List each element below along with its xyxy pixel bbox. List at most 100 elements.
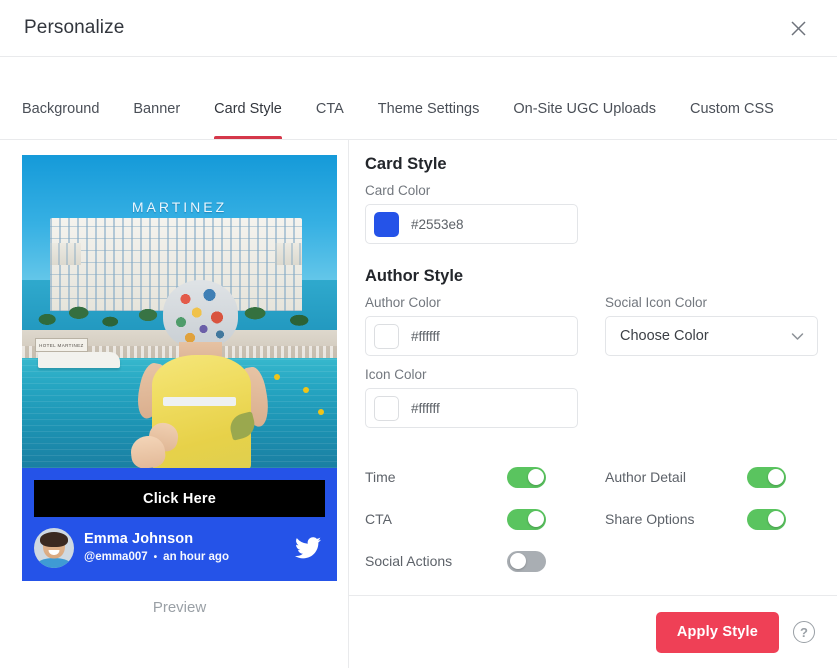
tab-banner[interactable]: Banner — [116, 57, 197, 139]
social-icon-color-select[interactable]: Choose Color — [605, 316, 818, 356]
photo-hotel-plaque: HOTEL MARTINEZ — [34, 338, 89, 353]
card-color-swatch[interactable] — [374, 211, 399, 237]
tab-label: Custom CSS — [690, 101, 774, 117]
modal-footer: Apply Style ? — [349, 595, 837, 668]
toggle-row-author-detail: Author Detail — [605, 456, 818, 498]
tab-custom-css[interactable]: Custom CSS — [673, 57, 791, 139]
toggle-row-share-options: Share Options — [605, 498, 818, 540]
author-name: Emma Johnson — [84, 530, 194, 547]
tab-label: Background — [22, 101, 100, 117]
toggle-social-actions[interactable] — [507, 550, 546, 572]
tab-label: Banner — [133, 101, 181, 117]
modal-body: MARTINEZ HOTEL MARTINEZ Click Here Emma … — [0, 140, 837, 668]
tab-label: Theme Settings — [377, 101, 480, 117]
icon-color-value: #ffffff — [411, 400, 440, 416]
field-social-icon-color: Social Icon Color Choose Color — [605, 295, 818, 356]
author-color-swatch[interactable] — [374, 323, 399, 349]
form-panel: Card Style Card Color #2553e8 Author Sty… — [349, 140, 837, 668]
avatar-hair — [40, 532, 68, 547]
chevron-down-icon — [791, 332, 804, 341]
card-color-value: #2553e8 — [411, 216, 464, 232]
tab-label: CTA — [315, 101, 344, 117]
twitter-icon — [295, 537, 325, 559]
toggle-share-options[interactable] — [747, 508, 786, 530]
page-title: Personalize — [24, 17, 125, 38]
card-author-row: Emma Johnson @emma007 • an hour ago — [22, 517, 337, 581]
personalize-modal: Personalize Background Banner Card Style… — [0, 0, 837, 668]
tab-bar: Background Banner Card Style CTA Theme S… — [0, 57, 837, 140]
photo-hotel-wing-right — [274, 242, 303, 265]
toggle-row-cta: CTA — [365, 498, 578, 540]
toggle-knob — [767, 469, 784, 485]
toggle-label: Time — [365, 469, 396, 485]
field-label: Author Color — [365, 295, 441, 310]
photo-buoy — [302, 386, 309, 393]
help-icon[interactable]: ? — [793, 621, 815, 643]
tab-background[interactable]: Background — [22, 57, 116, 139]
tab-on-site-ugc-uploads[interactable]: On-Site UGC Uploads — [496, 57, 673, 139]
field-icon-color: Icon Color #ffffff — [365, 367, 578, 428]
author-color-value: #ffffff — [411, 328, 440, 344]
tab-label: On-Site UGC Uploads — [513, 101, 656, 117]
photo-patterned-hat — [162, 280, 238, 348]
toggle-knob — [509, 553, 526, 569]
tab-cta[interactable]: CTA — [299, 57, 361, 139]
field-label: Social Icon Color — [605, 295, 708, 310]
toggle-knob — [767, 511, 784, 527]
toggle-label: Author Detail — [605, 469, 686, 485]
card-color-input[interactable]: #2553e8 — [365, 204, 578, 244]
preview-panel: MARTINEZ HOTEL MARTINEZ Click Here Emma … — [0, 140, 349, 668]
avatar — [34, 528, 74, 568]
photo-hotel-wing-left — [50, 242, 81, 265]
preview-label: Preview — [152, 599, 207, 616]
toggle-author-detail[interactable] — [747, 466, 786, 488]
author-color-input[interactable]: #ffffff — [365, 316, 578, 356]
photo-buoy — [318, 408, 325, 415]
apply-style-button[interactable]: Apply Style — [655, 611, 779, 653]
section-title-author-style: Author Style — [365, 267, 464, 285]
ugc-preview-card: MARTINEZ HOTEL MARTINEZ Click Here Emma … — [22, 155, 337, 581]
tab-theme-settings[interactable]: Theme Settings — [361, 57, 497, 139]
card-cta-button[interactable]: Click Here — [34, 480, 325, 517]
close-icon[interactable] — [783, 13, 813, 43]
toggle-label: Social Actions — [365, 553, 453, 569]
toggle-grid: Time Author Detail CTA Share Options Soc — [365, 456, 813, 582]
toggle-grid-spacer — [605, 540, 818, 582]
photo-boat — [37, 352, 120, 368]
card-style-spacer — [605, 183, 818, 255]
tab-label: Card Style — [214, 101, 282, 117]
field-label: Icon Color — [365, 367, 427, 382]
toggle-row-time: Time — [365, 456, 578, 498]
tab-card-style[interactable]: Card Style — [197, 57, 299, 139]
avatar-body — [37, 558, 71, 568]
field-author-color: Author Color #ffffff — [365, 295, 578, 356]
timestamp: an hour ago — [163, 551, 229, 564]
icon-color-input[interactable]: #ffffff — [365, 388, 578, 428]
separator-dot: • — [153, 551, 158, 563]
photo-woman — [129, 280, 273, 468]
field-label: Card Color — [365, 183, 431, 198]
toggle-knob — [527, 469, 544, 485]
author-style-fields: Author Color #ffffff Social Icon Color C… — [365, 295, 818, 439]
toggle-label: Share Options — [605, 511, 695, 527]
toggle-time[interactable] — [507, 466, 546, 488]
photo-belt — [162, 396, 236, 406]
preview-bottom-spacer — [22, 616, 326, 668]
author-meta: Emma Johnson @emma007 • an hour ago — [84, 530, 285, 567]
toggle-label: CTA — [365, 511, 392, 527]
card-photo: MARTINEZ HOTEL MARTINEZ — [22, 155, 337, 468]
toggle-row-social-actions: Social Actions — [365, 540, 578, 582]
author-style-spacer — [605, 367, 818, 439]
card-cta-wrapper: Click Here — [22, 468, 337, 517]
social-icon-color-value: Choose Color — [620, 328, 709, 344]
card-style-fields: Card Color #2553e8 — [365, 183, 813, 255]
toggle-knob — [527, 511, 544, 527]
toggle-cta[interactable] — [507, 508, 546, 530]
icon-color-swatch[interactable] — [374, 395, 399, 421]
section-title-card-style: Card Style — [365, 155, 447, 173]
field-card-color: Card Color #2553e8 — [365, 183, 578, 244]
photo-hotel-sign: MARTINEZ — [131, 198, 228, 215]
author-handle: @emma007 — [84, 551, 148, 564]
author-sub: @emma007 • an hour ago — [84, 549, 285, 566]
modal-header: Personalize — [0, 0, 837, 57]
